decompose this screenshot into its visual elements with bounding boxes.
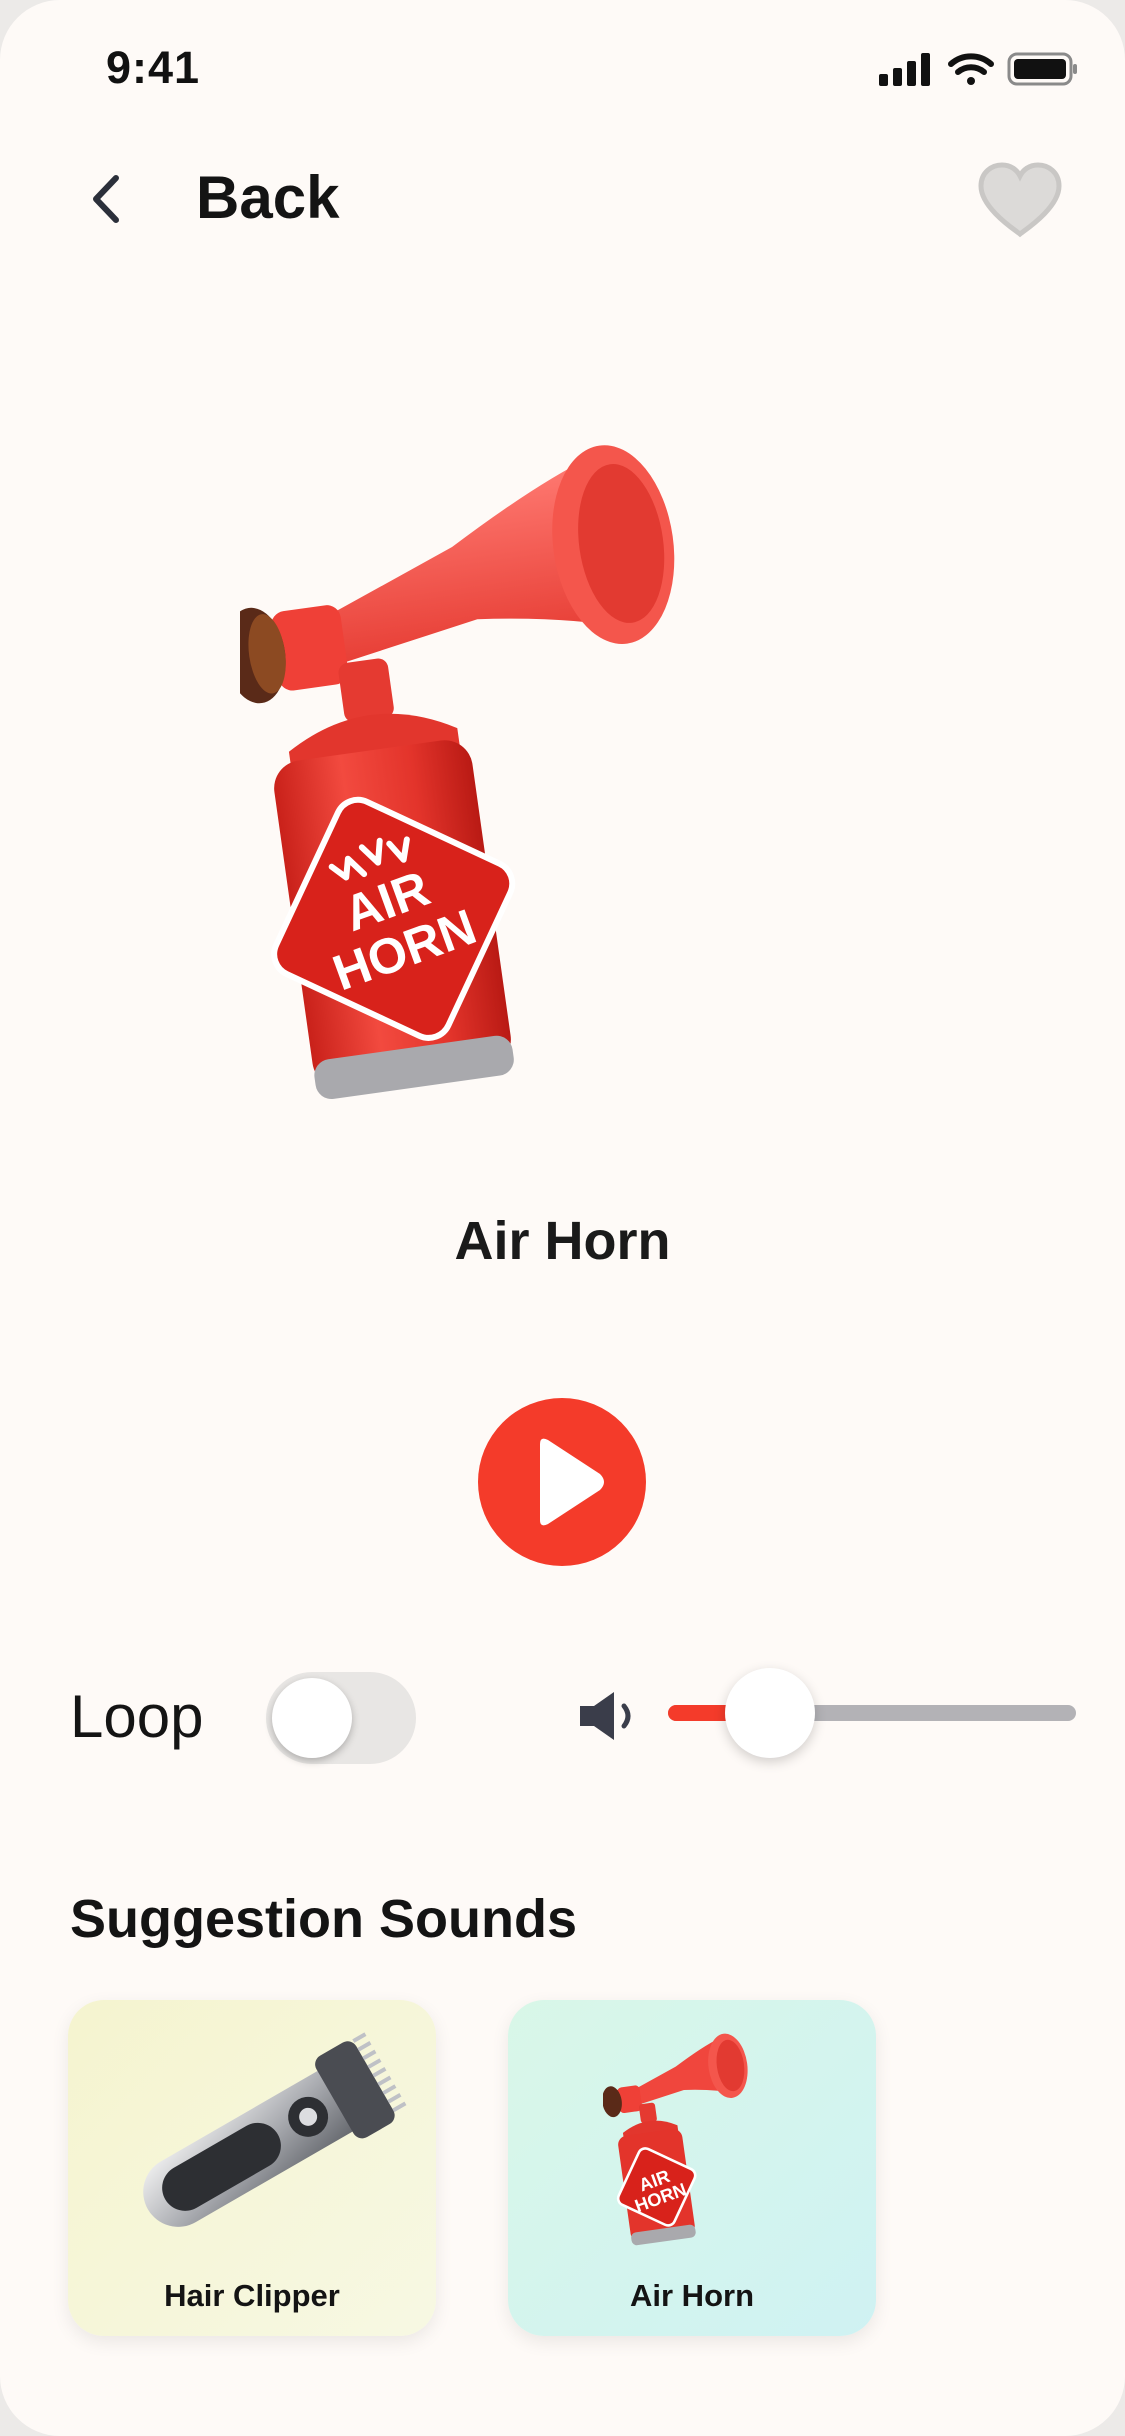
volume-slider-handle[interactable]: [725, 1668, 815, 1758]
battery-icon: [1007, 52, 1077, 86]
suggestions-title: Suggestion Sounds: [70, 1889, 577, 1949]
suggestion-card-hair-clipper[interactable]: Hair Clipper: [68, 2000, 436, 2336]
back-label[interactable]: Back: [196, 163, 339, 232]
chevron-left-icon: [93, 175, 119, 223]
loop-toggle-knob: [272, 1678, 352, 1758]
volume-icon: [576, 1688, 642, 1744]
play-button[interactable]: [478, 1398, 646, 1566]
hair-clipper-icon: [143, 2032, 407, 2227]
cellular-signal-icon: [879, 53, 930, 86]
suggestion-label: Hair Clipper: [164, 2278, 340, 2313]
suggestion-card-air-horn[interactable]: AIR HORN Air Horn: [508, 2000, 876, 2336]
back-button[interactable]: [78, 168, 140, 230]
heart-icon: [978, 162, 1062, 238]
favorite-button[interactable]: [975, 160, 1065, 240]
status-icons: [879, 48, 1079, 95]
air-horn-illustration: AIR HORN: [224, 440, 740, 1120]
air-horn-icon: AIR HORN: [603, 2033, 748, 2246]
loop-label: Loop: [70, 1683, 204, 1750]
status-time: 9:41: [106, 42, 201, 93]
suggestion-label: Air Horn: [630, 2278, 754, 2313]
sound-detail-screen: 9:41 Back AIR HORN Air Horn Loop Suggest…: [0, 0, 1125, 2436]
loop-toggle[interactable]: [266, 1672, 416, 1764]
wifi-icon: [948, 53, 994, 85]
play-icon: [540, 1438, 604, 1526]
sound-title: Air Horn: [454, 1211, 671, 1271]
